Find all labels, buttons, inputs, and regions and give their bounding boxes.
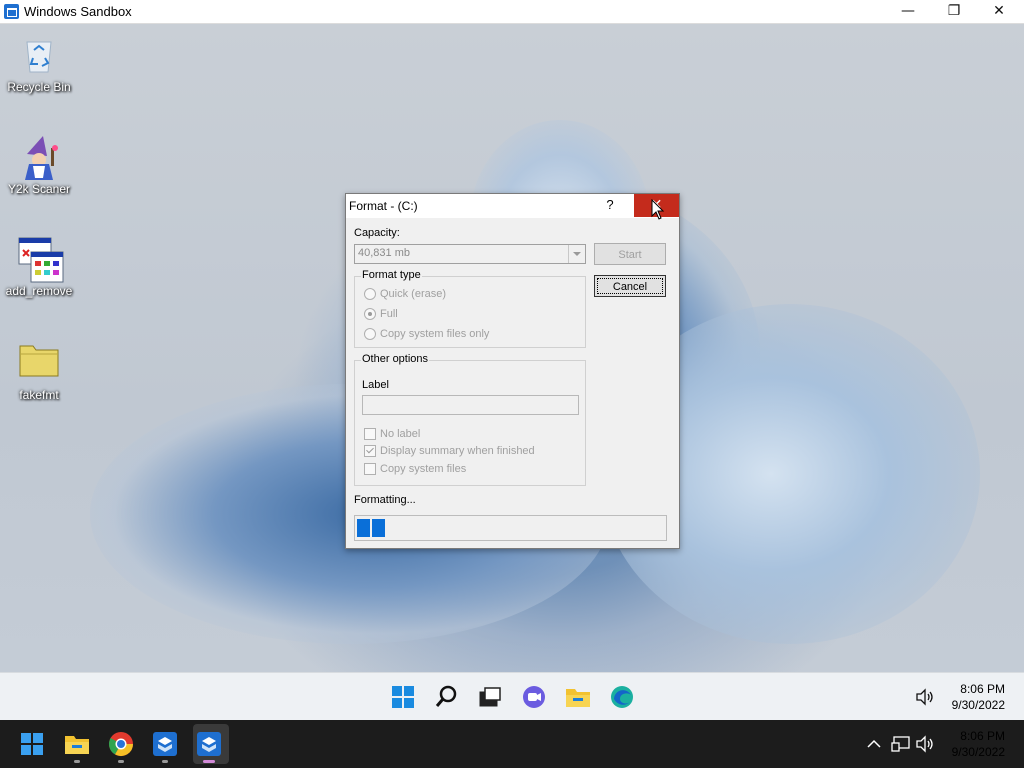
- capacity-label: Capacity:: [354, 227, 400, 239]
- minimize-button[interactable]: —: [885, 0, 931, 23]
- show-hidden-icons-chevron-up-icon[interactable]: [864, 734, 884, 754]
- quick-erase-label: Quick (erase): [380, 288, 447, 300]
- progress-block: [372, 519, 385, 537]
- folder-icon: [17, 340, 61, 384]
- fakefmt-label: fakefmt: [19, 388, 59, 402]
- progress-block: [357, 519, 370, 537]
- host-time: 8:06 PM: [960, 729, 1005, 743]
- quick-erase-radio[interactable]: [364, 288, 376, 300]
- sandbox-clock[interactable]: 8:06 PM 9/30/2022: [930, 681, 1005, 713]
- edge-icon[interactable]: [608, 683, 636, 711]
- full-radio[interactable]: [364, 308, 376, 320]
- copy-system-files-text: Copy system files: [380, 463, 467, 475]
- running-indicator: [118, 760, 124, 763]
- dialog-title-bar: Format - (C:) ? ✕: [346, 194, 679, 218]
- capacity-select[interactable]: 40,831 mb: [354, 244, 586, 264]
- help-button[interactable]: ?: [600, 197, 620, 215]
- wizard-icon: [17, 134, 61, 180]
- mouse-pointer-icon: [651, 199, 665, 220]
- restore-button[interactable]: ❐: [931, 0, 977, 23]
- host-file-explorer-icon[interactable]: [63, 730, 91, 758]
- add-remove-shortcut[interactable]: add_remove: [2, 236, 76, 298]
- network-icon[interactable]: [890, 733, 912, 755]
- full-label: Full: [380, 308, 398, 320]
- cancel-button[interactable]: Cancel: [594, 275, 666, 297]
- recycle-bin-icon: [17, 32, 61, 76]
- format-type-caption: Format type: [361, 269, 422, 281]
- task-view-icon[interactable]: [476, 683, 504, 711]
- copy-system-files-checkbox[interactable]: [364, 463, 376, 475]
- host-clock[interactable]: 8:06 PM 9/30/2022: [930, 728, 1005, 760]
- host-date: 9/30/2022: [951, 745, 1005, 759]
- other-options-caption: Other options: [361, 353, 430, 365]
- host-start-icon[interactable]: [18, 730, 46, 758]
- start-icon[interactable]: [389, 683, 417, 711]
- display-summary-text: Display summary when finished: [380, 445, 535, 457]
- recycle-bin-shortcut[interactable]: Recycle Bin: [2, 32, 76, 94]
- no-label-checkbox[interactable]: [364, 428, 376, 440]
- copy-system-files-only-radio[interactable]: [364, 328, 376, 340]
- dialog-title: Format - (C:): [349, 199, 418, 213]
- fakefmt-shortcut[interactable]: fakefmt: [2, 340, 76, 402]
- running-indicator: [74, 760, 80, 763]
- sandbox-app-icon: [4, 4, 19, 19]
- recycle-bin-label: Recycle Bin: [7, 80, 71, 94]
- active-indicator: [203, 760, 215, 763]
- add-remove-programs-icon: [17, 236, 64, 283]
- start-button[interactable]: Start: [594, 243, 666, 265]
- format-progress-bar: [354, 515, 667, 541]
- label-input[interactable]: [362, 395, 579, 415]
- search-icon[interactable]: [433, 683, 461, 711]
- host-sandbox-icon[interactable]: [151, 730, 179, 758]
- sandbox-taskbar: 8:06 PM 9/30/2022: [0, 672, 1024, 721]
- copy-system-files-only-label: Copy system files only: [380, 328, 490, 340]
- chevron-down-icon: [568, 245, 585, 263]
- chrome-icon[interactable]: [107, 730, 135, 758]
- capacity-value: 40,831 mb: [358, 247, 410, 259]
- window-title: Windows Sandbox: [24, 4, 132, 19]
- sandbox-time: 8:06 PM: [960, 682, 1005, 696]
- no-label-text: No label: [380, 428, 421, 440]
- format-dialog: Format - (C:) ? ✕ Capacity: 40,831 mb St…: [345, 193, 680, 549]
- display-summary-checkbox[interactable]: [364, 445, 376, 457]
- y2k-scaner-shortcut[interactable]: Y2k Scaner: [2, 134, 76, 196]
- running-indicator: [162, 760, 168, 763]
- y2k-scaner-label: Y2k Scaner: [7, 182, 71, 196]
- chat-icon[interactable]: [520, 683, 548, 711]
- close-button[interactable]: ✕: [976, 0, 1022, 23]
- label-field-label: Label: [362, 379, 389, 391]
- add-remove-label: add_remove: [5, 284, 73, 298]
- sandbox-title-bar: Windows Sandbox — ❐ ✕: [0, 0, 1024, 24]
- status-text: Formatting...: [354, 494, 416, 506]
- file-explorer-icon[interactable]: [564, 683, 592, 711]
- host-sandbox-active-icon[interactable]: [195, 730, 223, 758]
- sandbox-date: 9/30/2022: [951, 698, 1005, 712]
